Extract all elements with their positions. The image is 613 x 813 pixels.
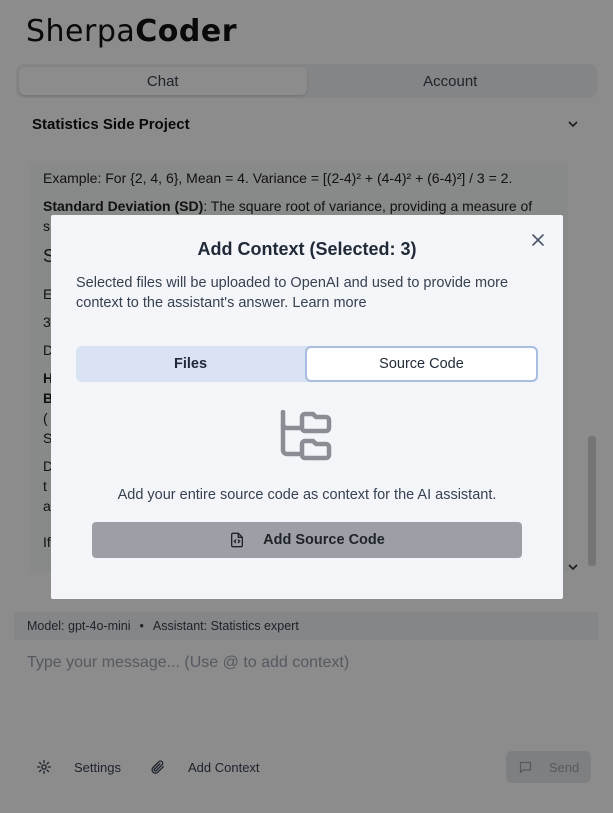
context-type-tabs: Files Source Code xyxy=(76,346,538,382)
close-icon[interactable] xyxy=(531,233,545,247)
tab-source-code[interactable]: Source Code xyxy=(305,346,538,382)
folder-tree-icon xyxy=(280,410,332,461)
modal-title: Add Context (Selected: 3) xyxy=(197,239,417,259)
file-code-icon xyxy=(231,532,244,548)
tab-files[interactable]: Files xyxy=(76,346,305,382)
add-source-code-label: Add Source Code xyxy=(263,532,385,548)
add-source-code-button[interactable]: Add Source Code xyxy=(92,522,522,558)
modal-subtitle: Add your entire source code as context f… xyxy=(117,487,497,503)
modal-description: Selected files will be uploaded to OpenA… xyxy=(76,275,509,311)
add-context-modal: Add Context (Selected: 3) Selected files… xyxy=(51,215,563,599)
